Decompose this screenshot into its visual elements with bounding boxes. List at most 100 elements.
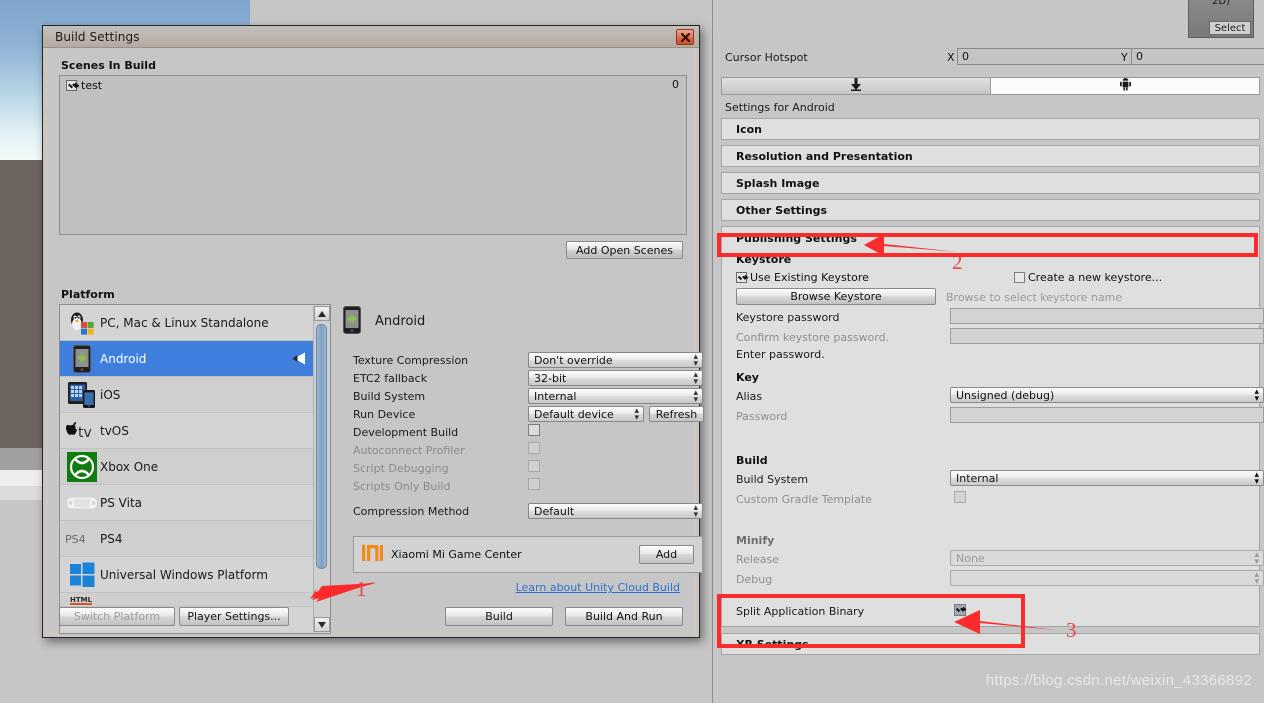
create-new-keystore-checkbox[interactable] <box>1014 272 1025 283</box>
platform-item-tvos[interactable]: tv tvOS <box>60 413 314 449</box>
compression-method-popup[interactable]: Default ▴ ▾ <box>528 503 703 520</box>
key-password-row: Password <box>736 407 1264 427</box>
key-alias-popup[interactable]: Unsigned (debug) ▴ ▾ <box>950 387 1264 404</box>
scene-list-item[interactable]: test 0 <box>60 76 686 94</box>
key-password-input[interactable] <box>950 407 1264 423</box>
unity-cloud-build-link[interactable]: Learn about Unity Cloud Build <box>516 581 680 594</box>
platform-label-standalone: PC, Mac & Linux Standalone <box>100 315 269 330</box>
confirm-keystore-password-row: Confirm keystore password. <box>736 328 1264 348</box>
row-script-debugging: Script Debugging <box>343 460 688 478</box>
select-button[interactable]: Select <box>1209 21 1251 35</box>
scenes-in-build-list[interactable]: test 0 <box>59 75 687 235</box>
sdk-add-button[interactable]: Add <box>639 545 694 564</box>
platform-item-xbox-one[interactable]: Xbox One <box>60 449 314 485</box>
platform-list: PC, Mac & Linux Standalone Android iOS t… <box>59 304 331 634</box>
key-alias-label: Alias <box>736 390 763 403</box>
platform-item-uwp[interactable]: Universal Windows Platform <box>60 557 314 593</box>
player-settings-button[interactable]: Player Settings... <box>179 607 289 626</box>
tab-android[interactable] <box>990 78 1259 94</box>
build-system-popup[interactable]: Internal ▴ ▾ <box>528 388 703 405</box>
minify-debug-popup[interactable]: ▴ ▾ <box>950 570 1264 587</box>
tab-standalone[interactable] <box>722 78 990 94</box>
confirm-keystore-password-input[interactable] <box>950 328 1264 344</box>
run-device-value: Default device <box>534 408 614 421</box>
run-device-popup[interactable]: Default device ▴ ▾ <box>528 406 644 423</box>
compression-method-value: Default <box>534 505 575 518</box>
annotation-number-1: 1 <box>356 577 367 601</box>
android-phone-icon <box>64 344 100 374</box>
scripts-only-build-checkbox[interactable] <box>528 478 540 490</box>
annotation-number-2: 2 <box>952 250 963 274</box>
close-icon[interactable] <box>676 29 694 45</box>
platform-item-webgl[interactable]: HTML <box>60 593 314 607</box>
etc2-fallback-popup[interactable]: 32-bit ▴ ▾ <box>528 370 703 387</box>
publishing-settings-header[interactable]: Publishing Settings <box>722 227 1259 249</box>
build-and-run-button[interactable]: Build And Run <box>565 607 683 626</box>
keystore-heading: Keystore <box>736 253 792 266</box>
browse-keystore-button[interactable]: Browse Keystore <box>736 288 936 305</box>
fold-splash-label: Splash Image <box>736 176 820 190</box>
build-settings-title: Build Settings <box>55 30 140 44</box>
settings-sections: Icon Resolution and Presentation Splash … <box>721 118 1264 660</box>
fold-icon-label: Icon <box>736 122 763 136</box>
split-application-binary-checkbox[interactable] <box>954 604 966 616</box>
minify-release-popup[interactable]: None ▴ ▾ <box>950 550 1264 567</box>
windows-icon <box>64 560 100 590</box>
platform-item-ios[interactable]: iOS <box>60 377 314 413</box>
script-debugging-checkbox[interactable] <box>528 460 540 472</box>
build-system-popup[interactable]: Internal ▴ ▾ <box>950 470 1264 487</box>
row-development-build: Development Build <box>343 424 688 442</box>
scrollbar-thumb[interactable] <box>316 324 327 569</box>
autoconnect-profiler-checkbox[interactable] <box>528 442 540 454</box>
scroll-up-arrow-icon[interactable] <box>314 306 330 321</box>
refresh-button[interactable]: Refresh <box>649 406 704 422</box>
custom-gradle-template-checkbox[interactable] <box>954 491 966 503</box>
scripts-only-build-label: Scripts Only Build <box>353 480 451 493</box>
build-system-row: Build System Internal ▴ ▾ <box>736 470 1264 490</box>
platform-tab-bar <box>721 77 1260 95</box>
platform-item-ps-vita[interactable]: PS Vita <box>60 485 314 521</box>
fold-icon[interactable]: Icon <box>721 118 1260 140</box>
fold-splash-image[interactable]: Splash Image <box>721 172 1260 194</box>
build-button[interactable]: Build <box>445 607 553 626</box>
platform-item-android[interactable]: Android <box>60 341 314 377</box>
sdk-list-item: Xiaomi Mi Game Center Add <box>354 537 702 572</box>
key-password-label: Password <box>736 410 788 423</box>
use-existing-keystore-label: Use Existing Keystore <box>750 271 869 284</box>
create-new-keystore-label: Create a new keystore... <box>1028 271 1163 284</box>
build-system-label: Build System <box>353 390 426 403</box>
development-build-checkbox[interactable] <box>528 424 540 436</box>
texture-compression-popup[interactable]: Don't override ▴ ▾ <box>528 352 703 369</box>
fold-resolution-presentation[interactable]: Resolution and Presentation <box>721 145 1260 167</box>
row-etc2-fallback: ETC2 fallback 32-bit ▴ ▾ <box>343 370 703 388</box>
use-existing-keystore-checkbox[interactable] <box>736 272 747 283</box>
fold-other-settings[interactable]: Other Settings <box>721 199 1260 221</box>
minify-release-value: None <box>956 552 985 565</box>
platform-label-android: Android <box>100 351 147 366</box>
xbox-icon <box>64 451 100 482</box>
fold-xr-settings[interactable]: XR Settings <box>721 633 1260 655</box>
confirm-keystore-password-label: Confirm keystore password. <box>736 331 890 344</box>
cursor-hotspot-y-input[interactable]: 0 <box>1131 48 1264 65</box>
platform-list-items: PC, Mac & Linux Standalone Android iOS t… <box>60 305 314 607</box>
android-phone-icon <box>343 305 361 337</box>
key-heading: Key <box>736 371 759 384</box>
row-texture-compression: Texture Compression Don't override ▴ ▾ <box>343 352 703 370</box>
platform-item-standalone[interactable]: PC, Mac & Linux Standalone <box>60 305 314 341</box>
chevron-updown-icon: ▴ ▾ <box>1254 550 1259 567</box>
html5-icon: HTML <box>64 593 100 607</box>
keystore-password-input[interactable] <box>950 308 1264 324</box>
unity-logo-icon <box>289 351 306 369</box>
build-settings-titlebar[interactable]: Build Settings <box>43 26 699 48</box>
platform-heading: Platform <box>61 288 115 301</box>
cursor-hotspot-x-input[interactable]: 0 <box>957 48 1139 65</box>
minify-release-label: Release <box>736 553 779 566</box>
autoconnect-profiler-label: Autoconnect Profiler <box>353 444 465 457</box>
switch-platform-button[interactable]: Switch Platform <box>59 607 175 626</box>
platform-item-ps4[interactable]: PS4 PS4 <box>60 521 314 557</box>
scene-index-label: 0 <box>672 78 679 91</box>
scene-name-label: test <box>81 78 103 92</box>
scene-enabled-checkbox[interactable] <box>66 79 77 91</box>
platform-list-scrollbar[interactable] <box>313 306 330 632</box>
add-open-scenes-button[interactable]: Add Open Scenes <box>566 241 683 259</box>
